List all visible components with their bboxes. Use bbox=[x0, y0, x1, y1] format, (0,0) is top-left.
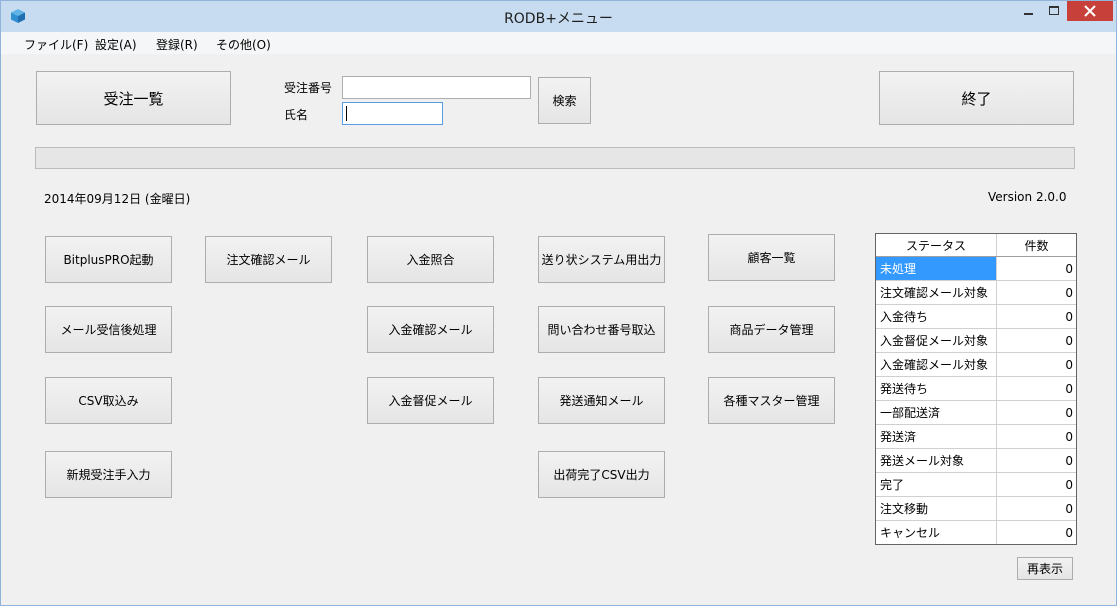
count-cell: 0 bbox=[1065, 405, 1073, 420]
menu-other[interactable]: その他(O) bbox=[216, 36, 271, 53]
search-button[interactable]: 検索 bbox=[538, 77, 591, 124]
count-cell: 0 bbox=[1065, 477, 1073, 492]
name-input[interactable] bbox=[342, 102, 443, 125]
status-cell: 発送メール対象 bbox=[876, 449, 997, 472]
count-cell: 0 bbox=[1065, 501, 1073, 516]
text-caret bbox=[346, 106, 347, 121]
table-row[interactable]: 一部配送済 0 bbox=[876, 401, 1076, 425]
order-list-button[interactable]: 受注一覧 bbox=[36, 71, 231, 125]
order-number-label: 受注番号 bbox=[284, 81, 333, 95]
title-bar: RODB+メニュー bbox=[1, 1, 1116, 32]
new-order-manual-button[interactable]: 新規受注手入力 bbox=[45, 451, 172, 498]
bitplus-start-button[interactable]: BitplusPRO起動 bbox=[45, 236, 172, 283]
version-label: Version 2.0.0 bbox=[988, 190, 1067, 204]
status-cell: 一部配送済 bbox=[876, 401, 997, 424]
minimize-button[interactable] bbox=[1015, 1, 1041, 21]
payment-confirm-mail-button[interactable]: 入金確認メール bbox=[367, 306, 494, 353]
customer-list-button[interactable]: 顧客一覧 bbox=[708, 234, 835, 281]
current-date: 2014年09月12日 (金曜日) bbox=[44, 192, 191, 206]
close-icon bbox=[1084, 5, 1096, 17]
table-header: ステータス 件数 bbox=[876, 234, 1076, 257]
count-cell: 0 bbox=[1065, 429, 1073, 444]
count-cell: 0 bbox=[1065, 333, 1073, 348]
status-cell: 発送待ち bbox=[876, 377, 997, 400]
table-row[interactable]: キャンセル 0 bbox=[876, 521, 1076, 544]
table-row[interactable]: 発送待ち 0 bbox=[876, 377, 1076, 401]
menu-bar: ファイル(F) 設定(A) 登録(R) その他(O) bbox=[1, 32, 1116, 54]
mail-receive-process-button[interactable]: メール受信後処理 bbox=[45, 306, 172, 353]
menu-settings[interactable]: 設定(A) bbox=[95, 36, 137, 53]
maximize-button[interactable] bbox=[1041, 1, 1067, 21]
table-row[interactable]: 完了 0 bbox=[876, 473, 1076, 497]
order-confirm-mail-button[interactable]: 注文確認メール bbox=[205, 236, 332, 283]
name-label: 氏名 bbox=[284, 108, 309, 122]
table-row[interactable]: 発送メール対象 0 bbox=[876, 449, 1076, 473]
main-window: RODB+メニュー ファイル(F) 設定(A) 登録(R) その他(O) 受注一… bbox=[0, 0, 1117, 606]
status-cell: 未処理 bbox=[876, 257, 997, 280]
table-row[interactable]: 入金確認メール対象 0 bbox=[876, 353, 1076, 377]
status-table: ステータス 件数 未処理 0 注文確認メール対象 0 入金待ち 0 入金督促メール対象… bbox=[875, 233, 1077, 545]
table-row[interactable]: 入金待ち 0 bbox=[876, 305, 1076, 329]
master-manage-button[interactable]: 各種マスター管理 bbox=[708, 377, 835, 424]
status-cell: 完了 bbox=[876, 473, 997, 496]
payment-reminder-mail-button[interactable]: 入金督促メール bbox=[367, 377, 494, 424]
count-cell: 0 bbox=[1065, 357, 1073, 372]
progress-bar bbox=[35, 147, 1075, 169]
table-row[interactable]: 未処理 0 bbox=[876, 257, 1076, 281]
status-cell: キャンセル bbox=[876, 521, 997, 544]
payment-match-button[interactable]: 入金照合 bbox=[367, 236, 494, 283]
status-cell: 注文移動 bbox=[876, 497, 997, 520]
inquiry-number-import-button[interactable]: 問い合わせ番号取込 bbox=[538, 306, 665, 353]
csv-import-button[interactable]: CSV取込み bbox=[45, 377, 172, 424]
close-button[interactable] bbox=[1067, 1, 1113, 21]
window-title: RODB+メニュー bbox=[504, 11, 613, 27]
refresh-button[interactable]: 再表示 bbox=[1017, 557, 1073, 580]
status-cell: 入金待ち bbox=[876, 305, 997, 328]
table-row[interactable]: 注文確認メール対象 0 bbox=[876, 281, 1076, 305]
count-cell: 0 bbox=[1065, 261, 1073, 276]
count-cell: 0 bbox=[1065, 525, 1073, 540]
status-cell: 発送済 bbox=[876, 425, 997, 448]
table-row[interactable]: 入金督促メール対象 0 bbox=[876, 329, 1076, 353]
minimize-icon bbox=[1024, 13, 1033, 15]
product-data-manage-button[interactable]: 商品データ管理 bbox=[708, 306, 835, 353]
shipment-complete-csv-button[interactable]: 出荷完了CSV出力 bbox=[538, 451, 665, 498]
column-header-count[interactable]: 件数 bbox=[997, 234, 1076, 256]
count-cell: 0 bbox=[1065, 285, 1073, 300]
maximize-icon bbox=[1049, 6, 1059, 15]
count-cell: 0 bbox=[1065, 309, 1073, 324]
count-cell: 0 bbox=[1065, 453, 1073, 468]
menu-register[interactable]: 登録(R) bbox=[156, 36, 198, 53]
status-cell: 注文確認メール対象 bbox=[876, 281, 997, 304]
status-cell: 入金確認メール対象 bbox=[876, 353, 997, 376]
table-row[interactable]: 発送済 0 bbox=[876, 425, 1076, 449]
shipping-notice-mail-button[interactable]: 発送通知メール bbox=[538, 377, 665, 424]
column-header-status[interactable]: ステータス bbox=[876, 234, 997, 256]
menu-file[interactable]: ファイル(F) bbox=[24, 36, 88, 53]
status-cell: 入金督促メール対象 bbox=[876, 329, 997, 352]
exit-button[interactable]: 終了 bbox=[879, 71, 1074, 125]
count-cell: 0 bbox=[1065, 381, 1073, 396]
table-row[interactable]: 注文移動 0 bbox=[876, 497, 1076, 521]
order-number-input[interactable] bbox=[342, 76, 531, 99]
shipping-system-output-button[interactable]: 送り状システム用出力 bbox=[538, 236, 665, 283]
